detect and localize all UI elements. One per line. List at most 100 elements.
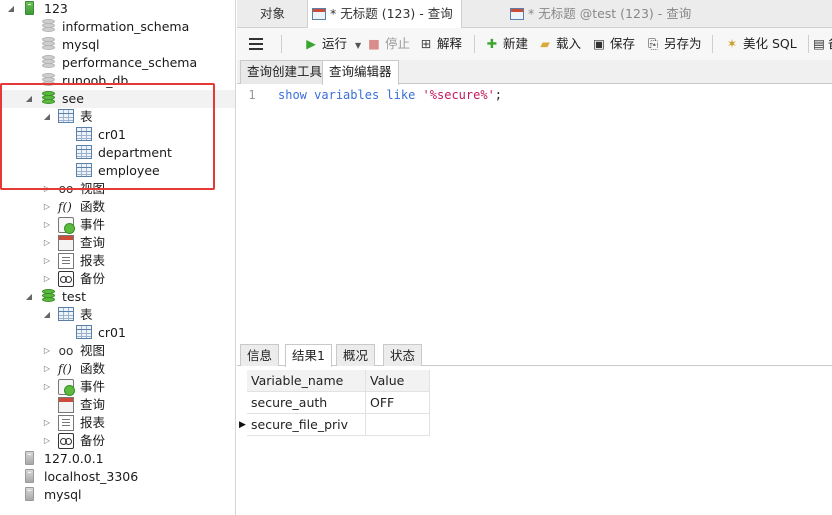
- more-button[interactable]: ▤备: [813, 34, 832, 54]
- table-icon: [76, 163, 92, 177]
- tree-folder-functions[interactable]: ▷ f() 函数: [0, 198, 235, 216]
- tree-db-mysql[interactable]: mysql: [0, 36, 235, 54]
- table-cell[interactable]: secure_file_priv: [247, 414, 366, 436]
- sql-editor[interactable]: 1 show variables like '%secure%';: [237, 85, 832, 338]
- menu-icon[interactable]: [249, 38, 263, 50]
- tree-connection-mysql[interactable]: mysql: [0, 486, 235, 504]
- collapsed-arrow-icon[interactable]: ▷: [42, 414, 52, 432]
- function-icon: f(): [58, 362, 72, 376]
- tab-label: 查询创建工具: [247, 64, 323, 79]
- function-icon: f(): [58, 200, 72, 214]
- tree-folder-backups[interactable]: ▷ 备份: [0, 432, 235, 450]
- tree-db-see[interactable]: ◢ see: [0, 90, 235, 108]
- table-cell[interactable]: OFF: [366, 392, 430, 414]
- tree-folder-tables[interactable]: ◢ 表: [0, 306, 235, 324]
- table-icon: [58, 109, 74, 123]
- database-icon: [42, 37, 55, 51]
- tab-info[interactable]: 信息: [240, 344, 280, 366]
- collapsed-arrow-icon[interactable]: ▷: [42, 234, 52, 252]
- expanded-arrow-icon[interactable]: ◢: [6, 0, 16, 18]
- tree-label: employee: [98, 163, 160, 178]
- tree-label: 函数: [80, 361, 106, 376]
- tab-query-untitled-123[interactable]: * 无标题 (123) - 查询: [307, 0, 462, 29]
- tab-label: 概况: [343, 348, 369, 363]
- tree-folder-queries[interactable]: ▷ 查询: [0, 234, 235, 252]
- tab-label: 状态: [390, 348, 416, 363]
- tab-query-untitled-test[interactable]: * 无标题 @test (123) - 查询: [510, 0, 691, 28]
- toolbar-separator: [808, 35, 809, 53]
- toolbar-separator: [474, 35, 475, 53]
- database-icon: [42, 19, 55, 33]
- tree-label: 查询: [80, 235, 106, 250]
- toolbar-separator: [712, 35, 713, 53]
- collapsed-arrow-icon[interactable]: ▷: [42, 342, 52, 360]
- collapsed-arrow-icon[interactable]: ▷: [42, 252, 52, 270]
- tab-query-editor[interactable]: 查询编辑器: [322, 60, 399, 85]
- report-icon: [58, 253, 74, 269]
- tree-label: mysql: [44, 487, 82, 502]
- new-button[interactable]: ✚ 新建: [484, 34, 528, 54]
- collapsed-arrow-icon[interactable]: ▷: [42, 180, 52, 198]
- tree-connection-123[interactable]: ◢ 123: [0, 0, 235, 18]
- column-header[interactable]: Variable_name: [247, 370, 366, 392]
- collapsed-arrow-icon[interactable]: ▷: [42, 198, 52, 216]
- expanded-arrow-icon[interactable]: ◢: [24, 288, 34, 306]
- tree-folder-tables[interactable]: ◢ 表: [0, 108, 235, 126]
- tab-label: 信息: [247, 348, 273, 363]
- tree-folder-events[interactable]: ▷ 事件: [0, 216, 235, 234]
- load-button[interactable]: ▰ 载入: [537, 34, 581, 54]
- column-header[interactable]: Value: [366, 370, 430, 392]
- tree-folder-events[interactable]: ▷ 事件: [0, 378, 235, 396]
- expanded-arrow-icon[interactable]: ◢: [42, 108, 52, 126]
- run-button[interactable]: ▶ 运行 ▼: [303, 34, 361, 54]
- table-cell[interactable]: secure_auth: [247, 392, 366, 414]
- tree-folder-reports[interactable]: ▷ 报表: [0, 252, 235, 270]
- tree-db-information-schema[interactable]: information_schema: [0, 18, 235, 36]
- tree-folder-queries[interactable]: 查询: [0, 396, 235, 414]
- query-tab-icon: [312, 8, 326, 20]
- tree-folder-views[interactable]: ▷ oo 视图: [0, 180, 235, 198]
- tree-folder-backups[interactable]: ▷ 备份: [0, 270, 235, 288]
- table-icon: [58, 307, 74, 321]
- tree-db-runoob-db[interactable]: runoob_db: [0, 72, 235, 90]
- table-cell[interactable]: [366, 414, 430, 436]
- tree-label: localhost_3306: [44, 469, 139, 484]
- sql-line[interactable]: show variables like '%secure%';: [278, 88, 502, 102]
- tree-label: 视图: [80, 181, 106, 196]
- expanded-arrow-icon[interactable]: ◢: [42, 306, 52, 324]
- explain-button[interactable]: ⊞ 解释: [418, 34, 462, 54]
- explain-label: 解释: [437, 36, 463, 51]
- tree-table-cr01[interactable]: cr01: [0, 324, 235, 342]
- dropdown-arrow-icon[interactable]: ▼: [355, 41, 361, 50]
- tree-db-performance-schema[interactable]: performance_schema: [0, 54, 235, 72]
- tab-objects[interactable]: 对象: [260, 0, 285, 28]
- collapsed-arrow-icon[interactable]: ▷: [42, 432, 52, 450]
- collapsed-arrow-icon[interactable]: ▷: [42, 378, 52, 396]
- document-tab-strip: 对象 * 无标题 (123) - 查询 * 无标题 @test (123) - …: [237, 0, 832, 29]
- tab-result-1[interactable]: 结果1: [285, 344, 332, 367]
- collapsed-arrow-icon[interactable]: ▷: [42, 270, 52, 288]
- tab-query-builder[interactable]: 查询创建工具: [240, 60, 330, 84]
- tree-folder-functions[interactable]: ▷ f() 函数: [0, 360, 235, 378]
- tree-db-test[interactable]: ◢ test: [0, 288, 235, 306]
- expanded-arrow-icon[interactable]: ◢: [24, 90, 34, 108]
- tree-connection-127-0-0-1[interactable]: 127.0.0.1: [0, 450, 235, 468]
- tree-label: 127.0.0.1: [44, 451, 104, 466]
- tree-table-employee[interactable]: employee: [0, 162, 235, 180]
- tab-profile[interactable]: 概况: [336, 344, 376, 366]
- tab-status[interactable]: 状态: [383, 344, 423, 366]
- tree-connection-localhost-3306[interactable]: localhost_3306: [0, 468, 235, 486]
- beautify-sql-button[interactable]: ✶ 美化 SQL: [724, 34, 797, 54]
- stop-button[interactable]: ■ 停止: [366, 34, 410, 54]
- save-button[interactable]: ▣ 保存: [591, 34, 635, 54]
- tree-folder-views[interactable]: ▷ oo 视图: [0, 342, 235, 360]
- server-icon: [25, 451, 34, 465]
- tree-folder-reports[interactable]: ▷ 报表: [0, 414, 235, 432]
- collapsed-arrow-icon[interactable]: ▷: [42, 360, 52, 378]
- tree-table-department[interactable]: department: [0, 144, 235, 162]
- explain-icon: ⊞: [420, 36, 432, 51]
- save-as-button[interactable]: ⎘ 另存为: [645, 34, 702, 54]
- stop-icon: ■: [368, 36, 380, 51]
- collapsed-arrow-icon[interactable]: ▷: [42, 216, 52, 234]
- tree-table-cr01[interactable]: cr01: [0, 126, 235, 144]
